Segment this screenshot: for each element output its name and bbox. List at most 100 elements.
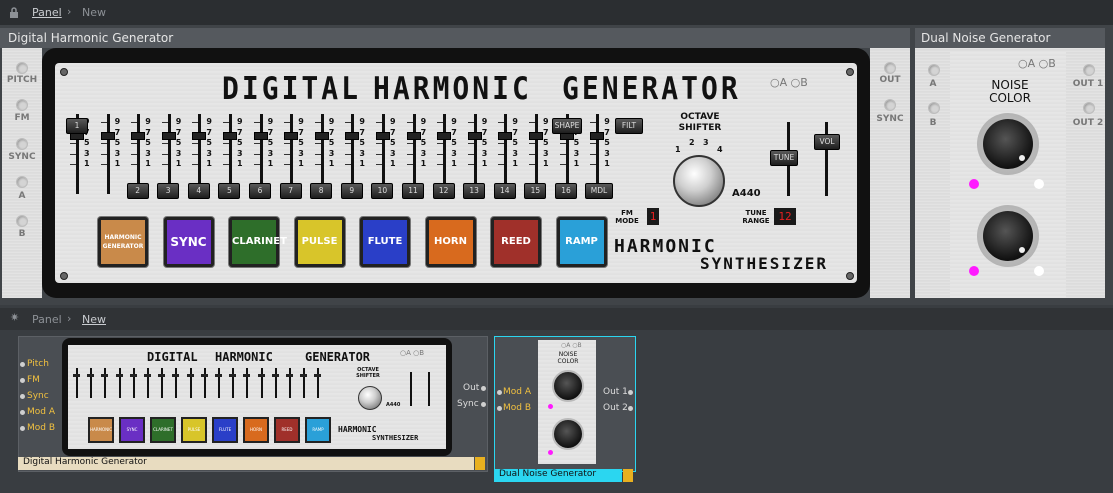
wave-pad-flute[interactable]: FLUTE: [360, 217, 410, 267]
harmonic-slider-track[interactable]: [167, 114, 171, 194]
harmonic-slider-handle[interactable]: [253, 132, 268, 140]
harmonic-slider-track[interactable]: [412, 114, 416, 194]
lower-breadcrumb-panel[interactable]: Panel: [32, 313, 62, 326]
harmonic-slider-handle[interactable]: [131, 132, 146, 140]
fm-mode-display[interactable]: 1: [647, 208, 659, 225]
harmonic-13-button[interactable]: 13: [463, 183, 486, 199]
harmonic-15-button[interactable]: 15: [524, 183, 547, 199]
wave-pad-reed[interactable]: REED: [491, 217, 541, 267]
harmonic-slider-track[interactable]: [137, 114, 141, 194]
dng-out1-port[interactable]: [628, 390, 633, 395]
dhg-instance-fm-port[interactable]: [20, 378, 25, 383]
a-jack[interactable]: [16, 176, 28, 188]
harmonic-slider-track[interactable]: [596, 114, 600, 194]
harmonic-14-button[interactable]: 14: [493, 183, 516, 199]
dng-out2-port[interactable]: [628, 406, 633, 411]
harmonic-slider-handle[interactable]: [498, 132, 513, 140]
harmonic-5-button[interactable]: 5: [218, 183, 241, 199]
harmonic-6-button[interactable]: 6: [249, 183, 271, 199]
out1-jack[interactable]: [1083, 64, 1095, 76]
dhg-instance-mod-b-port[interactable]: [20, 426, 25, 431]
dhg-instance-sync-port[interactable]: [481, 402, 486, 407]
out2-jack[interactable]: [1083, 102, 1095, 114]
harmonic-slider-track[interactable]: [320, 114, 324, 194]
dhg-instance-name-bar[interactable]: Digital Harmonic Generator: [18, 457, 474, 470]
harmonic-4-button[interactable]: 4: [187, 183, 210, 199]
dhg-instance-pitch-port[interactable]: [20, 362, 25, 367]
harmonic-slider-track[interactable]: [290, 114, 294, 194]
dhg-instance-out-port[interactable]: [481, 386, 486, 391]
harmonic-slider-handle[interactable]: [314, 132, 329, 140]
harmonic-slider-handle[interactable]: [345, 132, 360, 140]
harmonic-slider-handle[interactable]: [161, 132, 176, 140]
harmonic-3-button[interactable]: 3: [157, 183, 180, 199]
harmonic-slider-handle[interactable]: [223, 132, 237, 140]
sync-out-jack[interactable]: [884, 99, 896, 111]
harmonic-slider-track[interactable]: [106, 114, 110, 194]
harmonic-slider-handle[interactable]: [406, 132, 421, 140]
fm-jack[interactable]: [16, 99, 28, 111]
noise-knob-1[interactable]: [983, 119, 1033, 169]
lock-icon[interactable]: [9, 7, 19, 18]
harmonic-slider-track[interactable]: [351, 114, 355, 194]
breadcrumb-new[interactable]: New: [82, 6, 106, 19]
harmonic-slider-track[interactable]: [382, 114, 385, 194]
sync-jack[interactable]: [16, 138, 28, 150]
harmonic-slider-track[interactable]: [443, 114, 447, 194]
harmonic-slider-handle[interactable]: [100, 132, 115, 140]
tune-slider-handle[interactable]: TUNE: [770, 150, 798, 166]
filt-button[interactable]: FILT: [615, 118, 643, 134]
breadcrumb-panel[interactable]: Panel: [32, 6, 62, 19]
dhg-header[interactable]: Digital Harmonic Generator: [0, 28, 910, 48]
harmonic-slider-track[interactable]: [259, 114, 263, 194]
tune-range-display[interactable]: 12: [774, 208, 796, 225]
harmonic-slider-handle[interactable]: [437, 132, 452, 140]
lower-breadcrumb-new[interactable]: New: [82, 313, 106, 326]
dng-instance-name-bar[interactable]: Dual Noise Generator: [494, 469, 622, 482]
harmonic-7-button[interactable]: 7: [279, 183, 302, 199]
vol-slider-handle[interactable]: VOL: [814, 134, 840, 150]
dng-mod-b-port[interactable]: [497, 406, 502, 411]
wave-pad-harmonic-generator[interactable]: HARMONIC GENERATOR: [98, 217, 148, 267]
harmonic-slider-handle[interactable]: [590, 132, 605, 140]
dng-header[interactable]: Dual Noise Generator: [915, 28, 1105, 48]
harmonic-slider-track[interactable]: [229, 114, 232, 194]
harmonic-10-button[interactable]: 10: [371, 183, 394, 199]
harmonic-8-button[interactable]: 8: [310, 183, 333, 199]
pitch-jack[interactable]: [16, 62, 28, 74]
harmonic-slider-track[interactable]: [473, 114, 477, 194]
harmonic-1-button[interactable]: 1: [66, 118, 88, 134]
wave-pad-horn[interactable]: HORN: [425, 217, 476, 267]
dhg-instance-resize-handle[interactable]: [475, 457, 485, 470]
dhg-instance-sync-port[interactable]: [20, 394, 25, 399]
dng-mod-a-port[interactable]: [497, 390, 502, 395]
harmonic-slider-handle[interactable]: [529, 132, 543, 140]
b-jack[interactable]: [16, 215, 28, 227]
dng-a-jack[interactable]: [928, 64, 940, 76]
dhg-instance-mod-a-port[interactable]: [20, 410, 25, 415]
harmonic-slider-handle[interactable]: [376, 132, 390, 140]
noise-knob-2[interactable]: [983, 211, 1033, 261]
dng-b-jack[interactable]: [928, 102, 940, 114]
harmonic-slider-handle[interactable]: [192, 132, 207, 140]
out-jack[interactable]: [884, 62, 896, 74]
harmonic-slider-track[interactable]: [198, 114, 202, 194]
wave-pad-ramp[interactable]: RAMP: [556, 217, 607, 267]
harmonic-12-button[interactable]: 12: [432, 183, 455, 199]
harmonic-11-button[interactable]: 11: [402, 183, 424, 199]
dng-instance-resize-handle[interactable]: [623, 469, 633, 482]
harmonic-slider-track[interactable]: [535, 114, 538, 194]
harmonic-slider-handle[interactable]: [284, 132, 299, 140]
harmonic-slider-track[interactable]: [504, 114, 508, 194]
harmonic-9-button[interactable]: 9: [340, 183, 363, 199]
harmonic-2-button[interactable]: 2: [126, 183, 149, 199]
gear-icon[interactable]: ✷: [10, 311, 19, 324]
wave-pad-pulse[interactable]: PULSE: [294, 217, 345, 267]
harmonic-16-button[interactable]: 16: [555, 183, 577, 199]
octave-shifter-knob[interactable]: [673, 155, 725, 207]
wave-pad-sync[interactable]: SYNC: [163, 217, 214, 267]
wave-pad-clarinet[interactable]: CLARINET: [229, 217, 287, 267]
harmonic-slider-handle[interactable]: [467, 132, 482, 140]
mdl-button[interactable]: MDL: [585, 183, 613, 199]
shape-button[interactable]: SHAPE: [552, 118, 582, 134]
